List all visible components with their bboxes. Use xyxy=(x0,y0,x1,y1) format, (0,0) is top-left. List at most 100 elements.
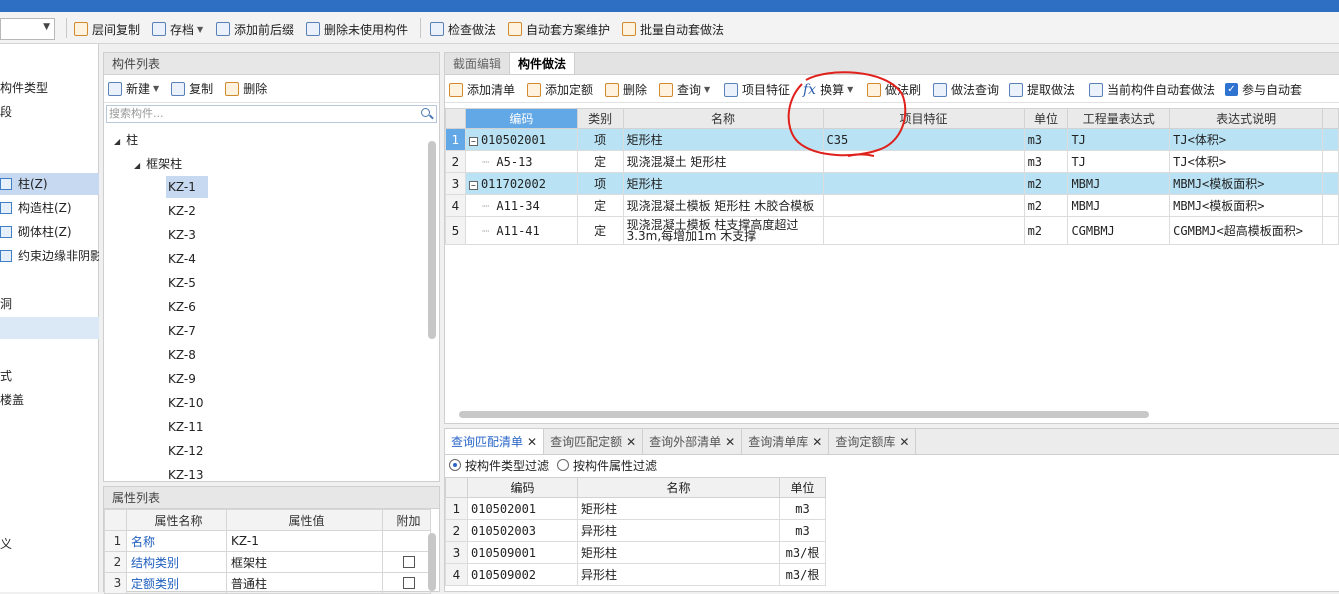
property-value[interactable]: 普通柱 xyxy=(226,572,383,594)
query-button[interactable]: 查询 ▼ xyxy=(659,81,710,98)
column-header[interactable]: 编码 xyxy=(467,477,578,498)
tree-leaf-kz[interactable]: KZ-3 xyxy=(166,224,208,246)
code-cell[interactable]: ┈ A11-41 xyxy=(464,216,578,245)
property-list-scrollbar[interactable] xyxy=(428,533,436,591)
copy-floor-button[interactable]: 层间复制 xyxy=(74,20,140,38)
item-feature-button[interactable]: 项目特征 xyxy=(724,81,790,98)
unit-cell[interactable]: m3 xyxy=(1023,128,1069,151)
grid-row[interactable]: 1 −010502001 项 矩形柱 C35 m3 TJ TJ<体积> xyxy=(445,128,1339,151)
tab-quota-library[interactable]: 查询定额库 ✕ xyxy=(829,429,917,454)
name-cell[interactable]: 矩形柱 xyxy=(577,497,780,520)
property-row[interactable]: 1 名称 KZ-1 xyxy=(104,530,431,552)
column-header[interactable]: 名称 xyxy=(577,477,780,498)
type-cell[interactable]: 定 xyxy=(576,194,624,217)
delete-method-button[interactable]: 删除 xyxy=(605,81,647,98)
tree-leaf-kz[interactable]: KZ-12 xyxy=(166,440,208,462)
type-cell[interactable]: 定 xyxy=(576,150,624,173)
new-component-button[interactable]: 新建 ▼ xyxy=(108,80,159,97)
column-header-type[interactable]: 类别 xyxy=(576,108,624,129)
feature-cell[interactable] xyxy=(822,194,1025,217)
close-icon[interactable]: ✕ xyxy=(725,435,735,449)
tree-leaf-kz[interactable]: KZ-1 xyxy=(166,176,208,198)
close-icon[interactable]: ✕ xyxy=(626,435,636,449)
grid-horizontal-scrollbar[interactable] xyxy=(459,411,1149,418)
nav-item-column[interactable]: 柱(Z) xyxy=(0,173,99,195)
name-cell[interactable]: 现浇混凝土 矩形柱 xyxy=(622,150,824,173)
unit-cell[interactable]: m3 xyxy=(779,497,826,520)
type-cell[interactable]: 项 xyxy=(576,172,624,195)
name-cell[interactable]: 矩形柱 xyxy=(622,128,824,151)
component-search-input[interactable]: 搜索构件... xyxy=(106,105,437,123)
unit-cell[interactable]: m3 xyxy=(1023,150,1069,173)
auto-scheme-button[interactable]: 自动套方案维护 xyxy=(508,20,610,38)
tab-match-quota[interactable]: 查询匹配定额 ✕ xyxy=(544,429,644,454)
column-header-unit[interactable]: 单位 xyxy=(1023,108,1069,129)
expression-cell[interactable]: TJ xyxy=(1067,150,1171,173)
nav-item-constructional-column[interactable]: 构造柱(Z) xyxy=(0,197,99,219)
feature-cell[interactable] xyxy=(822,150,1025,173)
check-method-button[interactable]: 检查做法 xyxy=(430,20,496,38)
filter-attr-radio[interactable] xyxy=(557,459,570,471)
type-cell[interactable]: 项 xyxy=(576,128,624,151)
filter-type-radio[interactable] xyxy=(449,459,461,471)
tree-leaf-kz[interactable]: KZ-6 xyxy=(166,296,208,318)
query-row[interactable]: 3 010509001 矩形柱 m3/根 xyxy=(445,541,826,564)
collapse-triangle-icon[interactable]: ◢ xyxy=(114,137,120,146)
name-cell[interactable]: 异形柱 xyxy=(577,519,780,542)
name-cell[interactable]: 矩形柱 xyxy=(622,172,824,195)
batch-auto-button[interactable]: 批量自动套做法 xyxy=(622,20,724,38)
extra-checkbox[interactable] xyxy=(402,556,415,568)
feature-cell[interactable] xyxy=(822,172,1025,195)
tree-leaf-kz[interactable]: KZ-5 xyxy=(166,272,208,294)
collapse-box-icon[interactable]: − xyxy=(468,136,478,146)
grid-row[interactable]: 2 ┈ A5-13 定 现浇混凝土 矩形柱 m3 TJ TJ<体积> xyxy=(445,150,1339,173)
method-brush-button[interactable]: 做法刷 xyxy=(867,81,921,98)
column-header-feature[interactable]: 项目特征 xyxy=(822,108,1025,129)
expression-cell[interactable]: MBMJ xyxy=(1067,172,1171,195)
query-row[interactable]: 4 010509002 异形柱 m3/根 xyxy=(445,563,826,586)
feature-cell[interactable] xyxy=(822,216,1025,245)
nav-item-boundary-element[interactable]: 约束边缘非阴影 xyxy=(0,245,99,267)
add-prefix-suffix-button[interactable]: 添加前后缀 xyxy=(216,20,294,38)
close-icon[interactable]: ✕ xyxy=(527,435,537,449)
tree-leaf-kz[interactable]: KZ-9 xyxy=(166,368,208,390)
extract-method-button[interactable]: 提取做法 xyxy=(1009,81,1075,98)
tab-component-method[interactable]: 构件做法 xyxy=(510,53,576,74)
tab-list-library[interactable]: 查询清单库 ✕ xyxy=(742,429,830,454)
delete-component-button[interactable]: 删除 xyxy=(225,80,267,97)
tree-leaf-kz[interactable]: KZ-2 xyxy=(166,200,208,222)
name-cell[interactable]: 异形柱 xyxy=(577,563,780,586)
column-header-name[interactable]: 名称 xyxy=(622,108,824,129)
tree-leaf-kz[interactable]: KZ-4 xyxy=(166,248,208,270)
column-header[interactable]: 单位 xyxy=(779,477,826,498)
method-query-button[interactable]: 做法查询 xyxy=(933,81,999,98)
save-archive-button[interactable]: 存档 ▼ xyxy=(152,20,203,38)
code-cell[interactable]: −010502001 xyxy=(464,128,578,151)
column-header-description[interactable]: 表达式说明 xyxy=(1169,108,1324,129)
component-list-scrollbar[interactable] xyxy=(428,141,436,339)
query-row[interactable]: 2 010502003 异形柱 m3 xyxy=(445,519,826,542)
tree-leaf-kz[interactable]: KZ-7 xyxy=(166,320,208,342)
feature-cell[interactable]: C35 xyxy=(822,128,1025,151)
nav-item-component-type[interactable]: 构件类型 xyxy=(0,77,99,99)
unit-cell[interactable]: m3/根 xyxy=(779,563,826,586)
property-row[interactable]: 2 结构类别 框架柱 xyxy=(104,551,431,573)
unit-cell[interactable]: m2 xyxy=(1023,172,1069,195)
query-row[interactable]: 1 010502001 矩形柱 m3 xyxy=(445,497,826,520)
code-cell[interactable]: 010502001 xyxy=(467,497,578,520)
participate-auto-checkbox[interactable]: ✓ 参与自动套 xyxy=(1225,81,1302,98)
code-cell[interactable]: 010509002 xyxy=(467,563,578,586)
copy-component-button[interactable]: 复制 xyxy=(171,80,213,97)
extra-checkbox[interactable] xyxy=(402,577,415,589)
close-icon[interactable]: ✕ xyxy=(812,435,822,449)
tab-match-list[interactable]: 查询匹配清单 ✕ xyxy=(445,429,545,454)
collapse-box-icon[interactable]: − xyxy=(468,180,478,190)
add-quota-button[interactable]: 添加定额 xyxy=(527,81,593,98)
search-icon[interactable] xyxy=(421,108,430,117)
tab-section-edit[interactable]: 截面编辑 xyxy=(445,53,511,74)
grid-row[interactable]: 3 −011702002 项 矩形柱 m2 MBMJ MBMJ<模板面积> xyxy=(445,172,1339,195)
code-cell[interactable]: −011702002 xyxy=(464,172,578,195)
column-header-code[interactable]: 编码 xyxy=(464,108,578,129)
code-cell[interactable]: 010509001 xyxy=(467,541,578,564)
type-cell[interactable]: 定 xyxy=(576,216,624,245)
